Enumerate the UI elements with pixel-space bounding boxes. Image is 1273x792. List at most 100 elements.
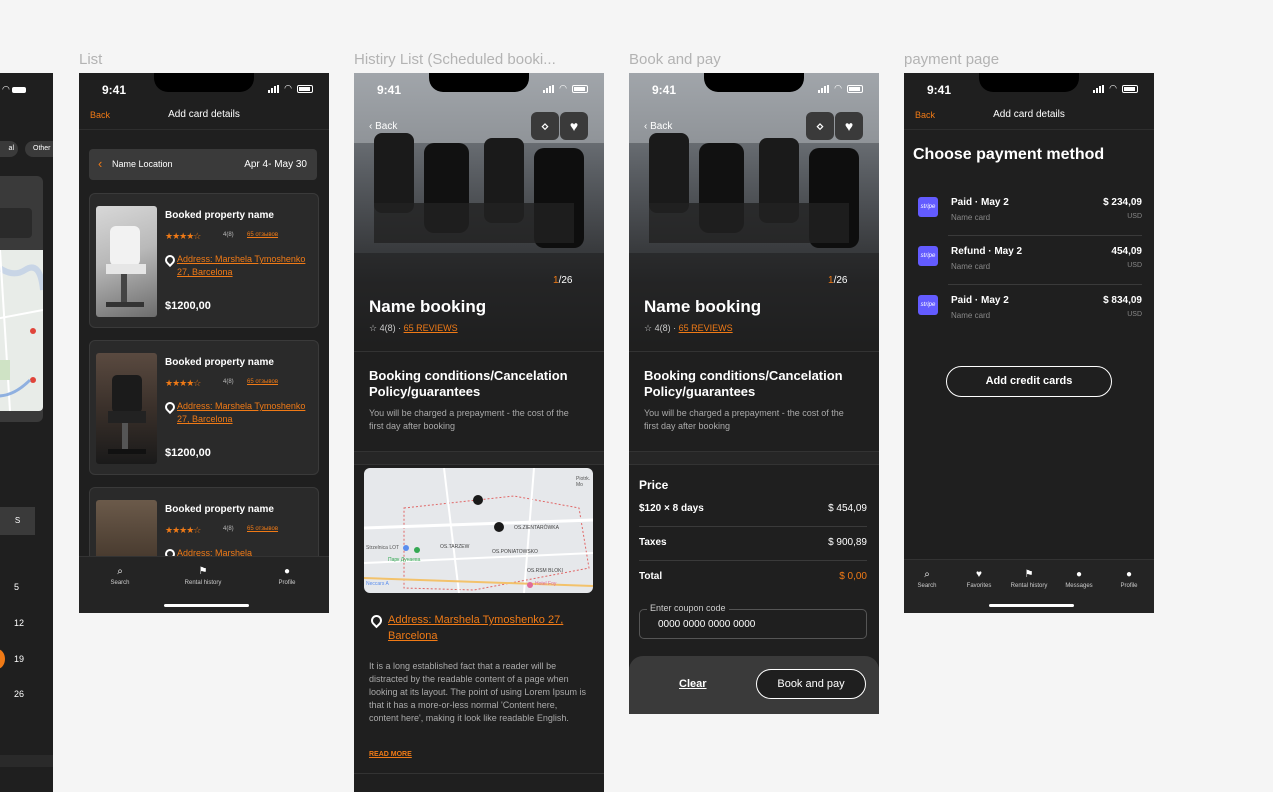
notch (979, 73, 1079, 92)
price: $1200,00 (165, 447, 211, 459)
signal-icon (1093, 84, 1105, 93)
calendar-date[interactable]: 5 (14, 582, 19, 592)
payment-card-name: Name card (951, 213, 991, 222)
tab-profile[interactable]: ● Profile (1104, 569, 1154, 590)
share-icon: ⋄ (815, 118, 825, 134)
payment-item[interactable]: stripe Paid · May 2 Name card $ 234,09 U… (914, 187, 1142, 235)
hero-divider (354, 351, 604, 352)
tab-label: Messages (1065, 583, 1093, 589)
system-icons: ◠ (818, 83, 863, 94)
tab-label: Search (917, 583, 937, 589)
tab-favorites[interactable]: ♥ Favorites (954, 569, 1004, 590)
clear-button[interactable]: Clear (679, 678, 707, 690)
profile-icon: ● (1125, 569, 1133, 580)
heart-icon: ♥ (976, 569, 982, 580)
map-poi-icon (403, 545, 409, 551)
map-label: Парк Дунаева (388, 557, 421, 563)
tab-search[interactable]: ⌕ Search (95, 567, 145, 587)
stripe-logo-icon: stripe (918, 246, 938, 266)
location-pin-icon (368, 612, 385, 629)
status-bar: 9:41 ◠ (354, 73, 604, 105)
favorite-button[interactable]: ♥ (560, 112, 588, 140)
conditions-title: Booking conditions/Cancelation Policy/gu… (369, 368, 568, 399)
filter-chip[interactable]: al (0, 141, 18, 157)
wifi-icon: ◠ (834, 83, 842, 93)
tab-label: Rental history (1010, 583, 1048, 589)
price-row-label: $120 × 8 days (639, 503, 704, 514)
coupon-field[interactable]: Enter coupon code 0000 0000 0000 0000 (639, 603, 867, 639)
add-credit-cards-button[interactable]: Add credit cards (946, 366, 1112, 397)
search-field[interactable] (0, 208, 32, 238)
tab-rental-history[interactable]: ⚑ Rental history (1004, 570, 1054, 590)
reviews-link[interactable]: 65 отзывов (247, 526, 278, 532)
rating: ☆ 4(8) · 65 REVIEWS (369, 323, 458, 333)
tab-profile[interactable]: ● Profile (262, 567, 312, 587)
tab-bar: ⌕ Search ♥ Favorites ⚑ Rental history ● … (904, 559, 1154, 613)
heart-icon: ♥ (569, 118, 579, 134)
payment-item[interactable]: stripe Paid · May 2 Name card $ 834,09 U… (914, 285, 1142, 333)
rating: ☆ 4(8) · 65 REVIEWS (644, 323, 733, 333)
history-screen: 9:41 ◠ ‹ Back ⋄ ♥ 1/26 Name booking ☆ 4(… (354, 73, 604, 792)
tab-label: Profile (278, 580, 296, 586)
map-label: OS.RSM BLOKI (527, 568, 563, 574)
payment-currency: USD (1127, 262, 1142, 269)
booking-card[interactable]: Booked property name ★★★★☆ 4(8) 65 отзыв… (89, 340, 319, 475)
divider (0, 755, 53, 767)
address-link[interactable]: Address: Marshela Tymoshenko 27, Barcelo… (177, 253, 312, 279)
star-rating: ★★★★☆ (165, 378, 201, 388)
payment-screen: 9:41 ◠ Back Add card details Choose paym… (904, 73, 1154, 613)
payment-card-name: Name card (951, 311, 991, 320)
tab-search[interactable]: ⌕ Search (904, 569, 952, 590)
property-name: Booked property name (165, 504, 274, 515)
rating-count: 4(8) (223, 526, 234, 532)
back-button[interactable]: ‹ Back (644, 121, 672, 132)
payment-item[interactable]: stripe Refund · May 2 Name card 454,09 U… (914, 236, 1142, 284)
conditions-title: Booking conditions/Cancelation Policy/gu… (644, 368, 843, 399)
coupon-label: Enter coupon code (647, 603, 729, 613)
calendar-date[interactable]: 26 (14, 689, 24, 699)
search-icon: ⌕ (924, 569, 930, 580)
page-title: Add card details (993, 109, 1065, 120)
read-more-link[interactable]: READ MORE (369, 751, 412, 758)
back-button[interactable]: ‹ Back (369, 121, 397, 132)
mini-map[interactable] (0, 250, 43, 411)
price-row-value: $ 454,09 (828, 503, 867, 514)
map-poi-icon (414, 547, 420, 553)
status-time: 9:41 (652, 83, 677, 97)
reviews-link[interactable]: 65 REVIEWS (679, 323, 733, 333)
system-icons: ◠ (543, 83, 588, 94)
signal-icon (818, 84, 830, 93)
share-button[interactable]: ⋄ (531, 112, 559, 140)
hero-image: 9:41 ◠ ‹ Back ⋄ ♥ 1/26 Name booking ☆ 4(… (629, 73, 879, 353)
description-text: It is a long established fact that a rea… (369, 661, 586, 723)
conditions-text: You will be charged a prepayment - the c… (369, 408, 569, 431)
tab-messages[interactable]: ● Messages (1054, 570, 1104, 590)
map-label: OS.ZIENTARÓWKA (514, 525, 559, 531)
filter-chip[interactable]: Other (25, 141, 53, 157)
reviews-link[interactable]: 65 отзывов (247, 232, 278, 238)
payment-currency: USD (1127, 213, 1142, 220)
book-and-pay-button[interactable]: Book and pay (756, 669, 866, 699)
payment-heading: Choose payment method (913, 146, 1105, 163)
price-row-label: Total (639, 571, 663, 582)
address-link[interactable]: Address: Marshela Tymoshenko 27, Barcelo… (388, 612, 568, 644)
reviews-link[interactable]: 65 отзывов (247, 379, 278, 385)
booking-card[interactable]: Booked property name ★★★★☆ 4(8) 65 отзыв… (89, 193, 319, 328)
battery-icon (12, 86, 27, 93)
favorite-button[interactable]: ♥ (835, 112, 863, 140)
share-button[interactable]: ⋄ (806, 112, 834, 140)
address-link[interactable]: Address: Marshela Tymoshenko 27, Barcelo… (177, 400, 312, 426)
chevron-left-icon: ‹ (98, 156, 103, 171)
rating-count: 4(8) (223, 379, 234, 385)
tab-label: Favorites (966, 583, 992, 589)
location-map[interactable]: Piotrk. Mo OS.ZIENTARÓWKA OS.TARZEW OS.P… (364, 468, 593, 593)
calendar-date[interactable]: 12 (14, 618, 24, 628)
reviews-link[interactable]: 65 REVIEWS (404, 323, 458, 333)
heart-icon: ♥ (844, 118, 854, 134)
calendar-date[interactable]: 19 (14, 654, 24, 664)
notch (429, 73, 529, 92)
tab-rental-history[interactable]: ⚑ Rental history (178, 567, 228, 587)
partial-status-icons: ◠ (2, 84, 27, 95)
notch (154, 73, 254, 92)
location-filter-bar[interactable]: ‹ Name Location Apr 4- May 30 (89, 149, 317, 180)
